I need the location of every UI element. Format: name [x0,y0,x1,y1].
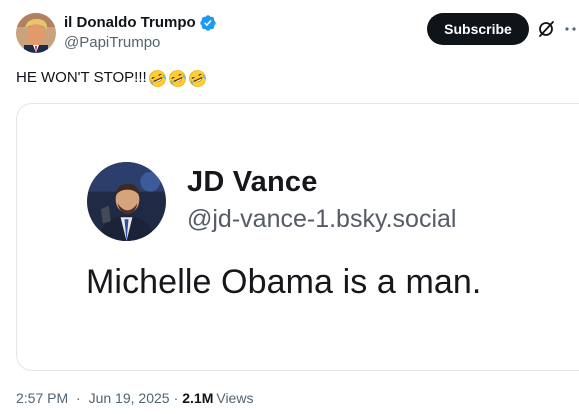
embedded-post-text: Michelle Obama is a man. [86,263,482,301]
author-display-name[interactable]: il Donaldo Trumpo [64,13,196,33]
views-count[interactable]: 2.1M [182,389,213,407]
author-handle[interactable]: @PapiTrumpo [64,33,217,53]
post-time[interactable]: 2:57 PM · Jun 19, 2025 [16,389,170,407]
post-time-clock[interactable]: 2:57 PM [16,390,68,406]
grok-icon[interactable] [536,19,556,39]
post-date[interactable]: Jun 19, 2025 [89,390,170,406]
post-metadata: 2:57 PM · Jun 19, 2025 · 2.1M Views [16,389,253,407]
verified-badge-icon[interactable] [199,14,217,32]
embedded-post-name: JD Vance [187,166,318,198]
embedded-post-avatar [87,162,166,241]
rolling-on-floor-laughing-emoji-icon [168,69,187,88]
rolling-on-floor-laughing-emoji-icon [188,69,207,88]
post-text-content: HE WON'T STOP!!! [16,69,147,86]
embedded-post-handle: @jd-vance-1.bsky.social [187,205,457,233]
post-text: HE WON'T STOP!!! [16,68,208,88]
rolling-on-floor-laughing-emoji-icon [148,69,167,88]
meta-separator: · [76,390,81,406]
author-info: il Donaldo Trumpo @PapiTrumpo [64,13,217,53]
views-label: Views [216,390,254,406]
more-options-icon[interactable] [564,19,579,39]
subscribe-button[interactable]: Subscribe [427,13,529,45]
author-avatar[interactable] [16,13,56,53]
post-media-image[interactable]: JD Vance @jd-vance-1.bsky.social Michell… [16,103,579,371]
emoji-group [148,69,208,88]
meta-separator: · [173,390,179,406]
